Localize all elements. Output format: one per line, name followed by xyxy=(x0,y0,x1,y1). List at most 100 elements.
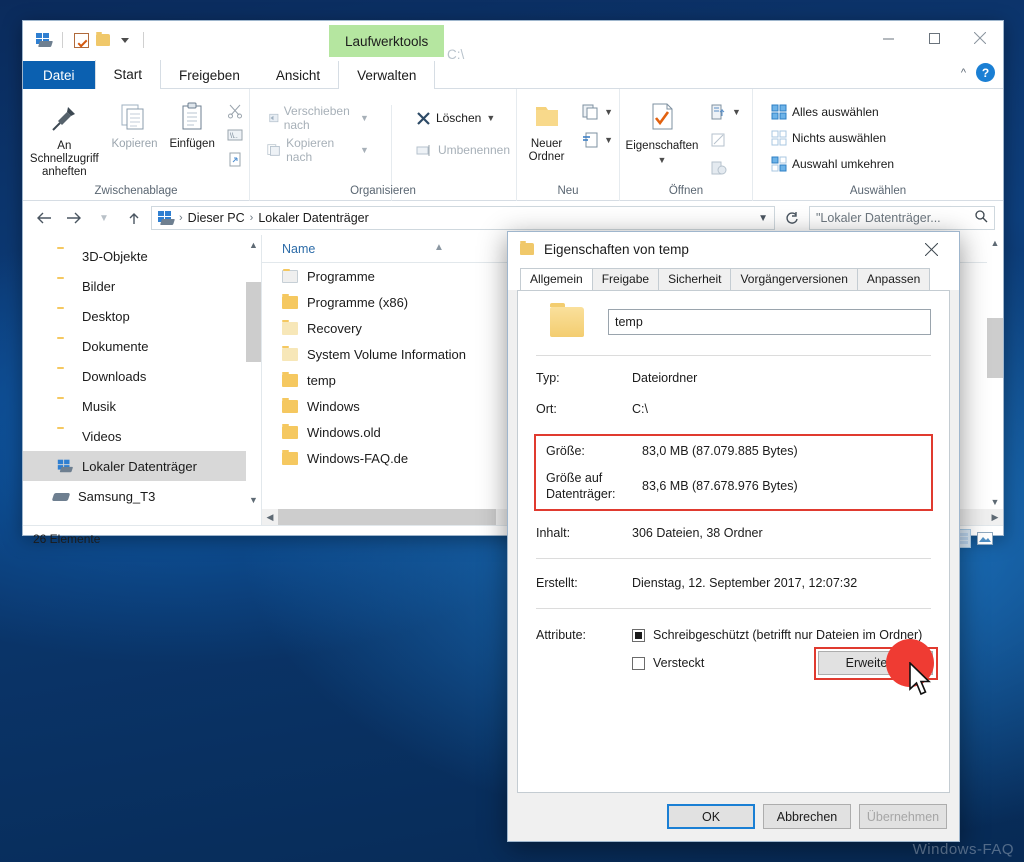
ribbon-button-verlauf[interactable] xyxy=(704,157,747,179)
scroll-up-icon[interactable]: ▲ xyxy=(246,237,261,252)
customize-caret-icon[interactable] xyxy=(114,29,136,51)
sidebar-item-bilder[interactable]: Bilder xyxy=(23,271,261,301)
tab-vorgaengerversionen[interactable]: Vorgängerversionen xyxy=(730,268,858,290)
maximize-icon[interactable] xyxy=(911,21,957,55)
checkbox-unchecked-icon[interactable] xyxy=(632,657,645,670)
sidebar-item-desktop[interactable]: Desktop xyxy=(23,301,261,331)
tab-anpassen[interactable]: Anpassen xyxy=(856,268,931,290)
folder-name-field[interactable]: temp xyxy=(608,309,931,335)
ribbon-button-verschieben-nach[interactable]: Verschieben nach ▼ xyxy=(260,104,375,132)
tab-datei[interactable]: Datei xyxy=(23,61,95,89)
large-icons-view-icon[interactable] xyxy=(975,529,995,548)
tab-freigabe[interactable]: Freigabe xyxy=(591,268,660,290)
ribbon-tab-bar: Datei Start Freigeben Ansicht Verwalten … xyxy=(23,60,1003,89)
dialog-page-allgemein: temp Typ: Dateiordner Ort: C:\ Größe: 83… xyxy=(517,290,950,793)
breadcrumb-item-dieser-pc[interactable]: Dieser PC xyxy=(188,211,245,225)
sidebar-item-dokumente[interactable]: Dokumente xyxy=(23,331,261,361)
scroll-down-icon[interactable]: ▼ xyxy=(987,494,1003,509)
checkbox-schreibgeschuetzt[interactable]: Schreibgeschützt (betrifft nur Dateien i… xyxy=(632,627,931,644)
scroll-right-icon[interactable]: ▶ xyxy=(987,509,1003,525)
sidebar-item-videos[interactable]: Videos xyxy=(23,421,261,451)
folder-documents-icon xyxy=(57,339,74,354)
copy-icon xyxy=(121,104,144,130)
ribbon-button-verknuepfung-einfuegen[interactable] xyxy=(221,147,249,171)
ribbon-group-zwischenablage: An Schnellzugriff anheften Kopieren Einf… xyxy=(23,89,249,201)
search-icon[interactable] xyxy=(975,210,988,226)
checkbox-label: Versteckt xyxy=(653,656,705,670)
ribbon-button-nichts-auswaehlen[interactable]: Nichts auswählen xyxy=(765,125,1003,151)
divider xyxy=(536,355,931,356)
ribbon-button-umbenennen[interactable]: Umbenennen xyxy=(410,137,516,163)
cancel-button[interactable]: Abbrechen xyxy=(763,804,851,829)
sidebar-item-musik[interactable]: Musik xyxy=(23,391,261,421)
search-input[interactable]: "Lokaler Datenträger... xyxy=(809,206,995,230)
navigation-scrollbar[interactable]: ▲ ▼ xyxy=(246,237,261,525)
tab-sicherheit[interactable]: Sicherheit xyxy=(658,268,732,290)
breadcrumb-history-chevron-down-icon[interactable]: ▼ xyxy=(758,213,768,224)
ribbon-button-neues-element[interactable]: ▼ xyxy=(576,101,619,123)
file-list-vertical-scrollbar[interactable]: ▲ ▼ xyxy=(987,235,1003,509)
chevron-down-icon[interactable]: ▼ xyxy=(732,107,741,117)
ribbon-button-ausschneiden[interactable] xyxy=(221,99,249,123)
property-row-groesse-auf-datentraeger: Größe auf Datenträger: 83,6 MB (87.678.9… xyxy=(536,470,931,502)
properties-check-icon[interactable] xyxy=(70,29,92,51)
property-value: 83,6 MB (87.678.976 Bytes) xyxy=(642,478,798,493)
chevron-down-icon[interactable]: ▼ xyxy=(658,155,667,165)
ribbon-button-bearbeiten[interactable] xyxy=(704,129,747,151)
ribbon-button-einfacher-zugriff[interactable]: ▼ xyxy=(576,129,619,151)
up-arrow-icon[interactable] xyxy=(121,205,147,231)
close-icon[interactable] xyxy=(957,21,1003,55)
minimize-icon[interactable] xyxy=(865,21,911,55)
ribbon-button-kopieren-nach[interactable]: Kopieren nach ▼ xyxy=(260,136,375,164)
contextual-tab-group: Laufwerktools xyxy=(329,21,445,57)
local-drive-icon xyxy=(57,459,74,474)
tab-allgemein[interactable]: Allgemein xyxy=(520,268,593,290)
tab-freigeben[interactable]: Freigeben xyxy=(161,61,258,89)
breadcrumb-item-lokaler-datentraeger[interactable]: Lokaler Datenträger xyxy=(258,211,368,225)
scroll-up-icon[interactable]: ▲ xyxy=(987,235,1003,250)
tab-start[interactable]: Start xyxy=(94,60,162,89)
ribbon-button-auswahl-umkehren[interactable]: Auswahl umkehren xyxy=(765,151,1003,177)
ribbon-button-loeschen[interactable]: Löschen ▼ xyxy=(410,105,516,131)
breadcrumb[interactable]: › Dieser PC › Lokaler Datenträger ▼ xyxy=(151,206,775,230)
ribbon-button-alles-auswaehlen[interactable]: Alles auswählen xyxy=(765,99,1003,125)
chevron-down-icon[interactable]: ▼ xyxy=(604,107,613,117)
chevron-down-icon[interactable]: ▼ xyxy=(360,145,369,155)
ok-button[interactable]: OK xyxy=(667,804,755,829)
folder-dim-icon xyxy=(282,319,298,335)
close-icon[interactable] xyxy=(909,234,953,264)
checkbox-label: Schreibgeschützt (betrifft nur Dateien i… xyxy=(653,628,923,642)
recent-locations-chevron-down-icon[interactable]: ▼ xyxy=(91,205,117,231)
back-arrow-icon[interactable] xyxy=(31,205,57,231)
sidebar-item-samsung-t3[interactable]: Samsung_T3 xyxy=(23,481,261,511)
chevron-down-icon[interactable]: ▼ xyxy=(360,113,369,123)
scroll-left-icon[interactable]: ◀ xyxy=(262,509,278,525)
help-icon[interactable]: ? xyxy=(976,63,995,82)
new-folder-icon[interactable] xyxy=(92,29,114,51)
refresh-icon[interactable] xyxy=(779,205,805,231)
new-folder-icon xyxy=(535,107,558,126)
scroll-down-icon[interactable]: ▼ xyxy=(246,492,261,507)
scrollbar-thumb[interactable] xyxy=(987,318,1003,378)
tab-ansicht[interactable]: Ansicht xyxy=(258,61,338,89)
dialog-title-bar: Eigenschaften von temp xyxy=(508,232,959,266)
windows-drive-icon[interactable] xyxy=(33,29,55,51)
sidebar-item-label: Samsung_T3 xyxy=(78,488,156,504)
list-item-label: temp xyxy=(307,372,336,388)
collapse-ribbon-chevron-up-icon[interactable]: ^ xyxy=(961,67,966,79)
copy-path-icon: \\.. xyxy=(227,129,243,141)
chevron-down-icon[interactable]: ▼ xyxy=(486,113,495,123)
ribbon-button-pfad-kopieren[interactable]: \\.. xyxy=(221,123,249,147)
sidebar-item-lokaler-datentraeger[interactable]: Lokaler Datenträger xyxy=(23,451,261,481)
scrollbar-thumb[interactable] xyxy=(278,509,496,525)
ribbon-button-oeffnen-mit[interactable]: ▼ xyxy=(704,101,747,123)
sidebar-item-downloads[interactable]: Downloads xyxy=(23,361,261,391)
forward-arrow-icon[interactable] xyxy=(61,205,87,231)
scrollbar-thumb[interactable] xyxy=(246,282,261,362)
sidebar-item-label: Desktop xyxy=(82,308,130,324)
chevron-down-icon[interactable]: ▼ xyxy=(604,135,613,145)
checkbox-partial-icon[interactable] xyxy=(632,629,645,642)
sidebar-item-3d-objekte[interactable]: 3D-Objekte xyxy=(23,241,261,271)
tab-verwalten[interactable]: Verwalten xyxy=(338,61,436,89)
contextual-tab-laufwerktools[interactable]: Laufwerktools xyxy=(329,25,445,57)
